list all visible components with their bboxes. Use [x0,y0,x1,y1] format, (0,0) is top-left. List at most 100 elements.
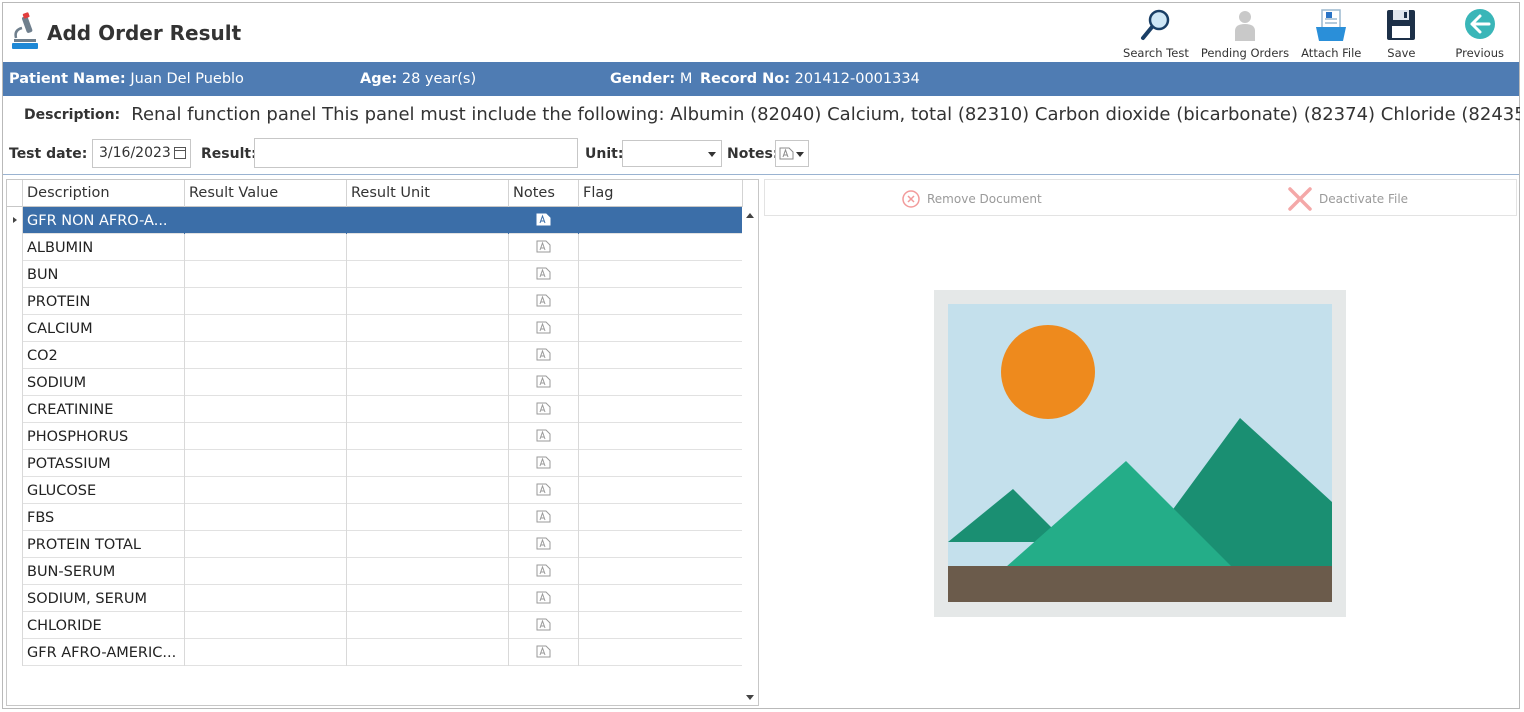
cell-result-unit[interactable] [347,396,509,423]
cell-flag[interactable] [579,612,743,639]
row-indicator[interactable] [7,234,23,261]
cell-flag[interactable] [579,207,743,234]
cell-result-unit[interactable] [347,207,509,234]
cell-notes[interactable] [509,288,579,315]
cell-notes[interactable] [509,423,579,450]
cell-flag[interactable] [579,315,743,342]
row-indicator[interactable] [7,450,23,477]
note-icon[interactable] [536,375,551,388]
column-header-flag[interactable]: Flag [579,180,743,207]
row-indicator[interactable] [7,396,23,423]
table-row[interactable]: BUN [7,261,743,288]
vertical-scrollbar[interactable] [742,207,758,705]
cell-notes[interactable] [509,261,579,288]
cell-description[interactable]: GFR NON AFRO-A... [23,207,185,234]
cell-result-unit[interactable] [347,234,509,261]
cell-notes[interactable] [509,585,579,612]
cell-description[interactable]: GLUCOSE [23,477,185,504]
cell-flag[interactable] [579,396,743,423]
row-indicator[interactable] [7,639,23,666]
cell-flag[interactable] [579,423,743,450]
cell-result-value[interactable] [185,558,347,585]
cell-result-unit[interactable] [347,288,509,315]
cell-description[interactable]: SODIUM [23,369,185,396]
row-indicator[interactable] [7,261,23,288]
cell-flag[interactable] [579,234,743,261]
cell-flag[interactable] [579,639,743,666]
calendar-icon[interactable] [174,147,186,159]
cell-description[interactable]: SODIUM, SERUM [23,585,185,612]
row-indicator[interactable] [7,369,23,396]
unit-select[interactable] [622,140,722,167]
cell-description[interactable]: ALBUMIN [23,234,185,261]
note-icon[interactable] [536,510,551,523]
table-row[interactable]: PROTEIN [7,288,743,315]
cell-result-value[interactable] [185,207,347,234]
note-icon[interactable] [536,294,551,307]
cell-result-value[interactable] [185,585,347,612]
row-indicator[interactable] [7,423,23,450]
cell-description[interactable]: PROTEIN TOTAL [23,531,185,558]
note-icon[interactable] [536,429,551,442]
cell-result-value[interactable] [185,531,347,558]
note-icon[interactable] [536,564,551,577]
pending-orders-button[interactable]: Pending Orders [1195,4,1295,60]
cell-result-unit[interactable] [347,342,509,369]
row-indicator[interactable] [7,612,23,639]
cell-flag[interactable] [579,342,743,369]
remove-document-button[interactable]: Remove Document [901,180,1042,217]
cell-description[interactable]: CALCIUM [23,315,185,342]
note-icon[interactable] [536,483,551,496]
cell-result-value[interactable] [185,288,347,315]
cell-result-unit[interactable] [347,504,509,531]
cell-notes[interactable] [509,531,579,558]
cell-result-unit[interactable] [347,261,509,288]
table-row[interactable]: GFR NON AFRO-A... [7,207,743,234]
note-icon[interactable] [536,618,551,631]
cell-result-value[interactable] [185,504,347,531]
attach-file-button[interactable]: Attach File [1295,4,1367,60]
cell-description[interactable]: GFR AFRO-AMERIC... [23,639,185,666]
row-indicator[interactable] [7,342,23,369]
search-test-button[interactable]: Search Test [1117,4,1195,60]
cell-result-unit[interactable] [347,477,509,504]
cell-result-unit[interactable] [347,369,509,396]
cell-notes[interactable] [509,450,579,477]
note-icon[interactable] [536,321,551,334]
save-button[interactable]: Save [1367,4,1435,60]
row-indicator[interactable] [7,288,23,315]
row-indicator[interactable] [7,504,23,531]
table-row[interactable]: POTASSIUM [7,450,743,477]
row-indicator[interactable] [7,477,23,504]
cell-description[interactable]: BUN-SERUM [23,558,185,585]
cell-result-value[interactable] [185,423,347,450]
table-row[interactable]: BUN-SERUM [7,558,743,585]
cell-result-value[interactable] [185,396,347,423]
note-icon[interactable] [536,240,551,253]
cell-description[interactable]: FBS [23,504,185,531]
cell-flag[interactable] [579,369,743,396]
note-icon[interactable] [536,591,551,604]
cell-description[interactable]: CHLORIDE [23,612,185,639]
cell-result-value[interactable] [185,315,347,342]
cell-description[interactable]: PROTEIN [23,288,185,315]
note-icon[interactable] [536,348,551,361]
cell-flag[interactable] [579,585,743,612]
note-icon[interactable] [536,537,551,550]
cell-notes[interactable] [509,504,579,531]
cell-result-value[interactable] [185,234,347,261]
scroll-up-icon[interactable] [746,213,754,218]
cell-notes[interactable] [509,558,579,585]
cell-flag[interactable] [579,558,743,585]
deactivate-file-button[interactable]: Deactivate File [1287,180,1408,217]
cell-result-unit[interactable] [347,423,509,450]
previous-button[interactable]: Previous [1435,4,1512,60]
cell-notes[interactable] [509,639,579,666]
table-row[interactable]: CO2 [7,342,743,369]
cell-notes[interactable] [509,612,579,639]
row-indicator[interactable] [7,558,23,585]
cell-result-value[interactable] [185,342,347,369]
note-icon[interactable] [536,645,551,658]
cell-result-value[interactable] [185,369,347,396]
cell-description[interactable]: CREATININE [23,396,185,423]
